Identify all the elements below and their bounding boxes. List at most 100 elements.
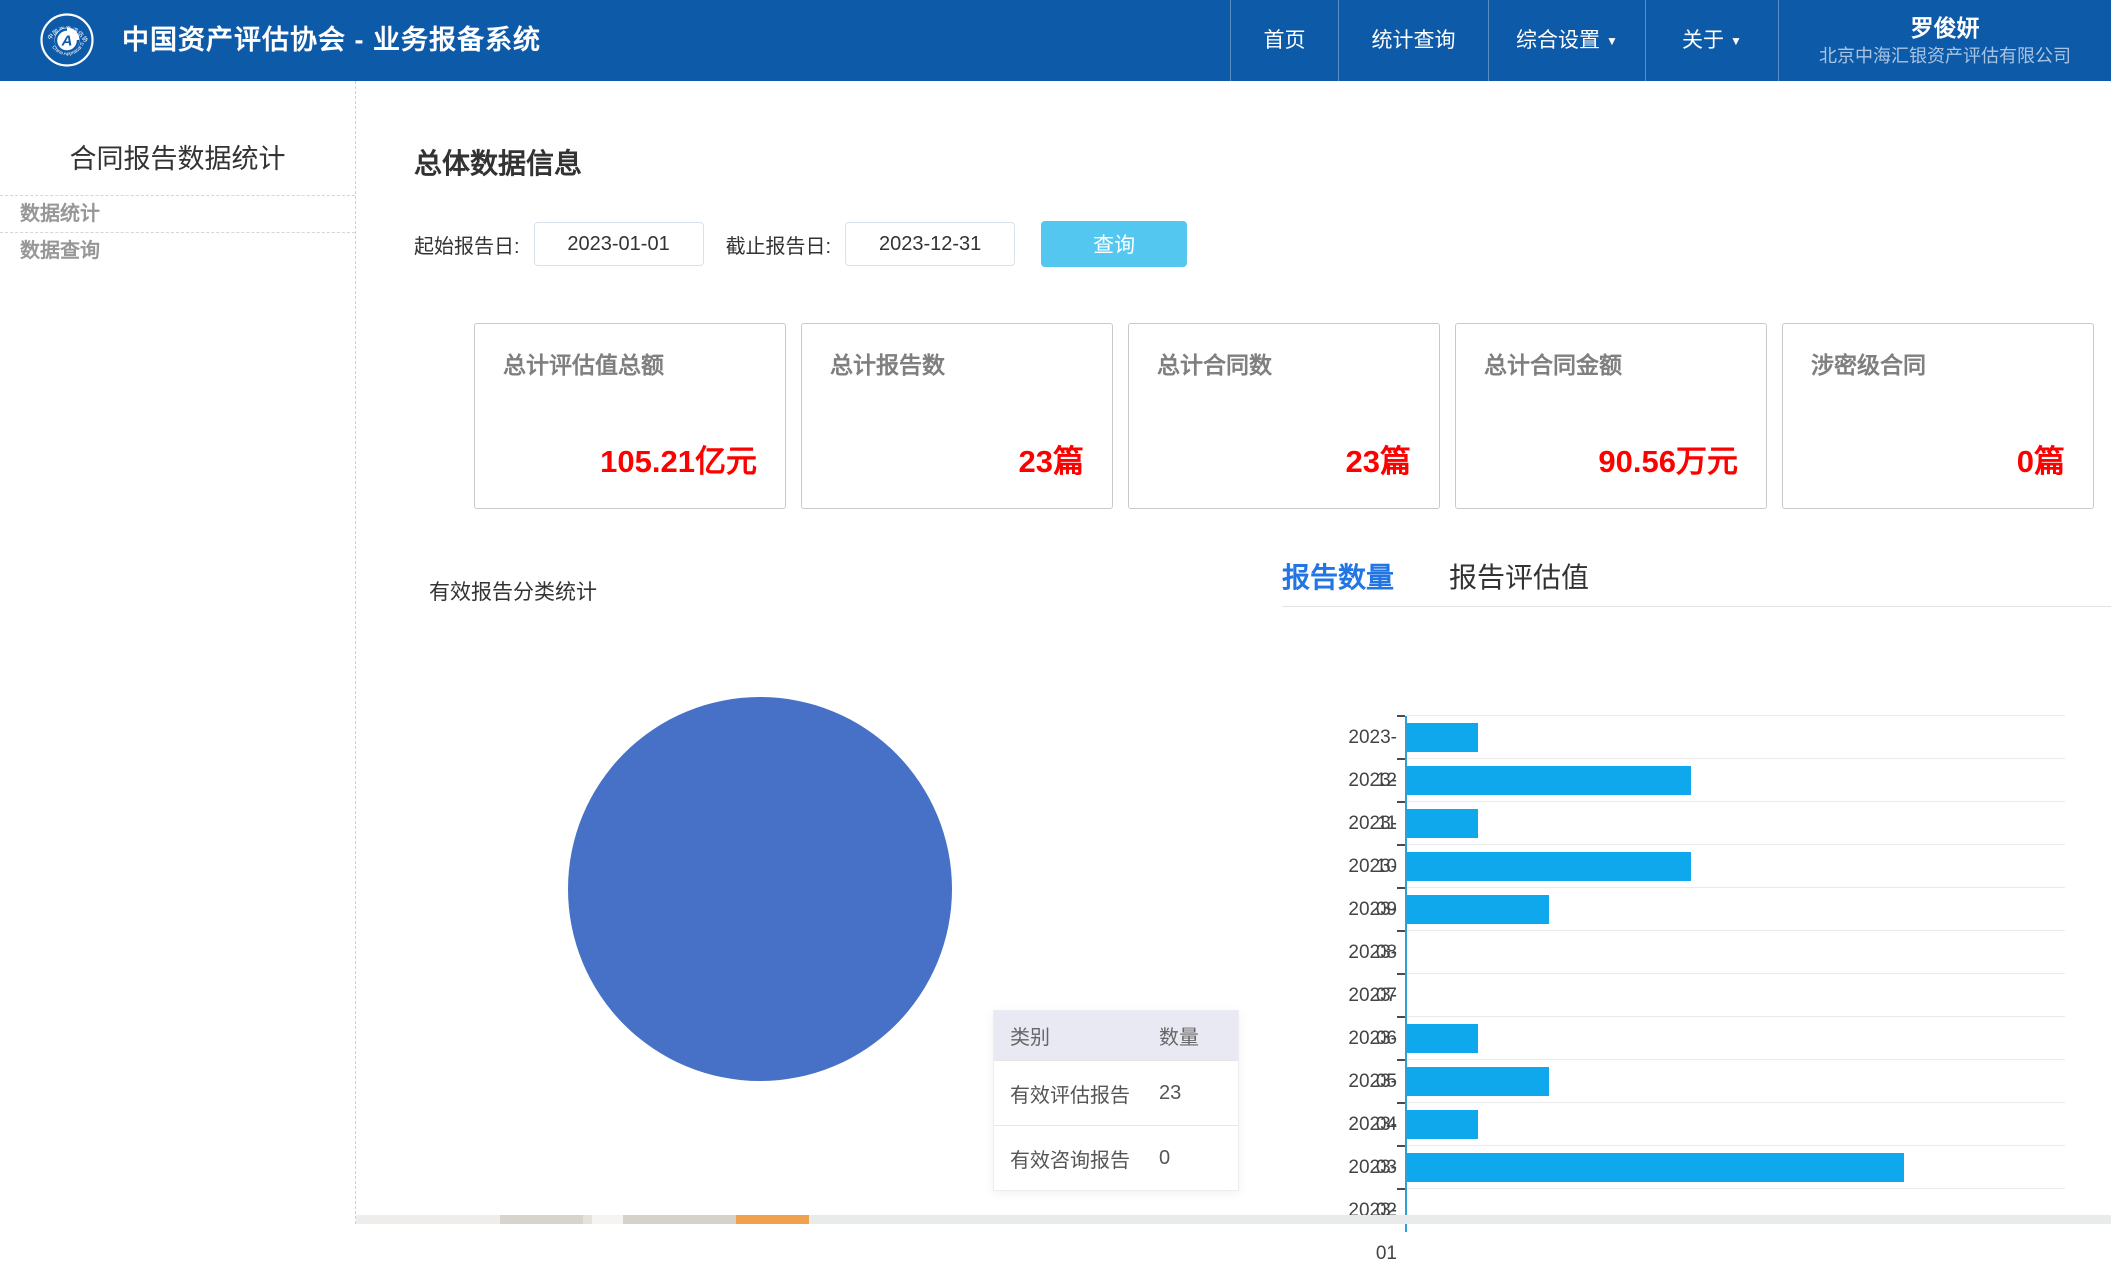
nav-item-about[interactable]: 关于▼ [1645,0,1778,81]
pie-legend-table: 类别 数量 有效评估报告 23 有效咨询报告 0 [993,1010,1239,1191]
bar-row: 2023-02 [1334,1146,2065,1189]
bar[interactable] [1407,1067,1549,1096]
page-title: 总体数据信息 [414,142,582,182]
axis-tick [1397,844,1405,846]
stat-card-classified-contracts: 涉密级合同 0篇 [1782,323,2094,509]
user-company: 北京中海汇银资产评估有限公司 [1819,43,2071,69]
axis-tick [1397,1145,1405,1147]
axis-tick [1397,1016,1405,1018]
axis-tick [1397,758,1405,760]
bottom-cutoff-strip [500,1215,583,1224]
app-title: 中国资产评估协会 - 业务报备系统 [122,0,541,81]
bar-row: 2023-12 [1334,716,2065,759]
bar-row: 2023-08 [1334,888,2065,931]
bottom-cutoff-strip [623,1215,736,1224]
pie-chart[interactable] [568,697,952,1081]
axis-tick [1397,930,1405,932]
gridline [1407,715,2065,716]
stat-value: 90.56万元 [1598,436,1738,481]
bar[interactable] [1407,895,1549,924]
stat-card-total-appraisal-value: 总计评估值总额 105.21亿元 [474,323,786,509]
stat-cards-row: 总计评估值总额 105.21亿元 总计报告数 23篇 总计合同数 23篇 总计合… [474,323,2094,509]
bar[interactable] [1407,1024,1478,1053]
gridline [1407,758,2065,759]
bar-row: 2023-06 [1334,974,2065,1017]
axis-tick [1397,1059,1405,1061]
table-row: 有效评估报告 23 [994,1060,1238,1125]
bar-row: 2023-09 [1334,845,2065,888]
bar-row: 2023-07 [1334,931,2065,974]
start-date-label: 起始报告日: [414,230,520,259]
bottom-cutoff-strip [809,1215,2111,1224]
gridline [1407,1059,2065,1060]
gridline [1407,1188,2065,1189]
end-date-input[interactable] [845,222,1015,266]
sidebar-item-data-statistics[interactable]: 数据统计 [0,195,355,232]
axis-tick [1397,973,1405,975]
nav-menu: 首页 统计查询 综合设置▼ 关于▼ 罗俊妍 北京中海汇银资产评估有限公司 [1230,0,2111,81]
bar-chart: 2023-122023-112023-102023-092023-082023-… [1334,716,2065,1232]
gridline [1407,1016,2065,1017]
stat-card-total-reports: 总计报告数 23篇 [801,323,1113,509]
svg-text:A: A [61,33,73,50]
table-header-row: 类别 数量 [994,1011,1238,1060]
stat-value: 0篇 [2017,436,2065,481]
top-navbar: 中国资产评估协会 China Appraisal Society A 中国资产评… [0,0,2111,81]
tab-underline [1282,606,2111,607]
tab-report-appraisal-value[interactable]: 报告评估值 [1449,556,1589,596]
chevron-down-icon: ▼ [1730,34,1742,48]
bar-row: 2023-04 [1334,1060,2065,1103]
y-axis-label: 2023-06 [1334,974,1397,1017]
bar[interactable] [1407,723,1478,752]
search-button[interactable]: 查询 [1041,221,1187,267]
sidebar-title: 合同报告数据统计 [0,137,355,176]
gridline [1407,1145,2065,1146]
axis-tick [1397,715,1405,717]
bar[interactable] [1407,809,1478,838]
bar-row: 2023-03 [1334,1103,2065,1146]
tab-report-count[interactable]: 报告数量 [1282,556,1394,596]
y-axis-label: 2023-03 [1334,1103,1397,1146]
bar[interactable] [1407,1153,1904,1182]
y-axis-label: 2023-11 [1334,759,1397,802]
table-row: 有效咨询报告 0 [994,1125,1238,1190]
bottom-cutoff-strip [736,1215,809,1224]
stat-card-total-contract-amount: 总计合同金额 90.56万元 [1455,323,1767,509]
bar[interactable] [1407,1110,1478,1139]
stat-value: 23篇 [1346,436,1411,481]
bar[interactable] [1407,852,1691,881]
bottom-cutoff-strip [356,1215,500,1224]
y-axis-label: 2023-08 [1334,888,1397,931]
gridline [1407,801,2065,802]
axis-tick [1397,887,1405,889]
start-date-input[interactable] [534,222,704,266]
bar-row: 2023-05 [1334,1017,2065,1060]
y-axis-label: 2023-02 [1334,1146,1397,1189]
stat-card-total-contracts: 总计合同数 23篇 [1128,323,1440,509]
bottom-cutoff-strip [583,1215,592,1224]
nav-item-statistics-query[interactable]: 统计查询 [1338,0,1488,81]
y-axis-label: 2023-12 [1334,716,1397,759]
end-date-label: 截止报告日: [726,230,832,259]
gridline [1407,930,2065,931]
bar-row: 2023-01 [1334,1189,2065,1232]
stat-value: 105.21亿元 [600,436,757,481]
bar-row: 2023-11 [1334,759,2065,802]
nav-item-home[interactable]: 首页 [1230,0,1338,81]
bar[interactable] [1407,766,1691,795]
y-axis-label: 2023-05 [1334,1017,1397,1060]
china-appraisal-society-logo-icon: 中国资产评估协会 China Appraisal Society A [40,13,94,67]
chevron-down-icon: ▼ [1606,34,1618,48]
user-menu[interactable]: 罗俊妍 北京中海汇银资产评估有限公司 [1778,0,2111,81]
y-axis-label: 2023-04 [1334,1060,1397,1103]
nav-item-general-settings[interactable]: 综合设置▼ [1488,0,1645,81]
sidebar-item-data-query[interactable]: 数据查询 [0,232,355,269]
axis-tick [1397,1188,1405,1190]
axis-tick [1397,1102,1405,1104]
axis-tick [1397,801,1405,803]
bar-row: 2023-10 [1334,802,2065,845]
gridline [1407,973,2065,974]
y-axis-label: 2023-09 [1334,845,1397,888]
stat-value: 23篇 [1019,436,1084,481]
pie-chart-title: 有效报告分类统计 [429,576,597,606]
